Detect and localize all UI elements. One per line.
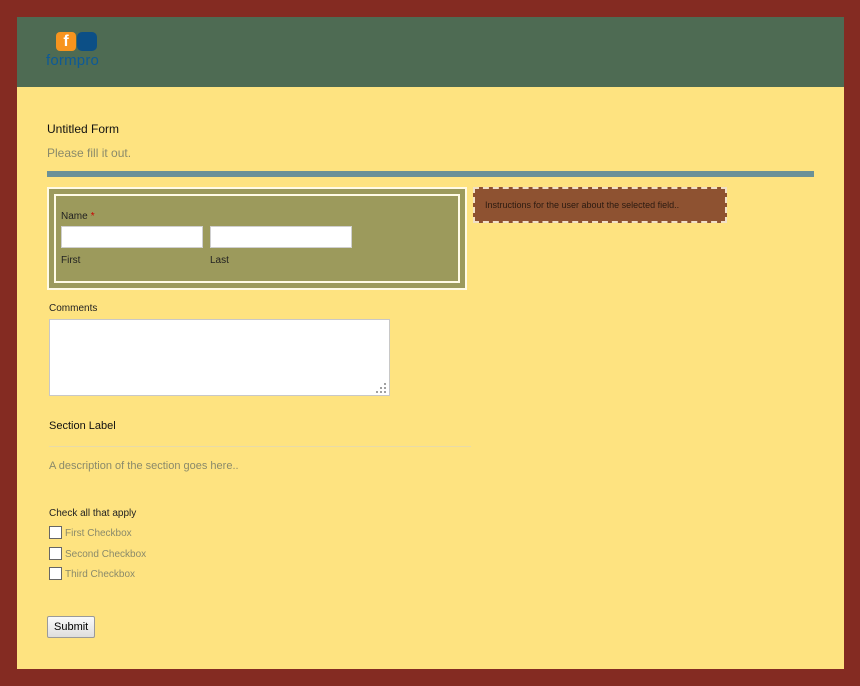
last-name-input[interactable] bbox=[210, 226, 352, 248]
first-name-sublabel: First bbox=[61, 255, 81, 266]
checkbox[interactable] bbox=[49, 547, 62, 560]
checkbox[interactable] bbox=[49, 526, 62, 539]
title-divider bbox=[47, 171, 814, 177]
required-asterisk: * bbox=[90, 211, 95, 222]
comments-label: Comments bbox=[49, 303, 98, 314]
formpro-logo[interactable]: f formpro bbox=[46, 32, 116, 72]
form-title: Untitled Form bbox=[47, 122, 120, 136]
logo-wordmark: formpro bbox=[46, 52, 100, 69]
name-label-text: Name bbox=[61, 211, 88, 222]
first-name-input[interactable] bbox=[61, 226, 203, 248]
comments-textarea[interactable] bbox=[49, 319, 390, 396]
header-bar: f formpro bbox=[17, 17, 844, 87]
resize-grip-icon[interactable] bbox=[375, 382, 387, 394]
checkbox-label[interactable]: Second Checkbox bbox=[65, 549, 146, 560]
section-divider bbox=[49, 446, 471, 447]
field-instructions-tooltip: Instructions for the user about the sele… bbox=[473, 187, 727, 223]
last-name-sublabel: Last bbox=[210, 255, 229, 266]
submit-button[interactable]: Submit bbox=[47, 616, 96, 638]
form-description: Please fill it out. bbox=[47, 146, 132, 160]
checkbox[interactable] bbox=[49, 567, 62, 580]
name-field-block[interactable]: Name * First Last bbox=[47, 187, 467, 290]
form-page: f formpro Untitled Form Please fill it o… bbox=[17, 17, 844, 669]
name-field-label: Name * bbox=[61, 211, 95, 222]
section-description: A description of the section goes here.. bbox=[49, 460, 239, 472]
checkbox-label[interactable]: First Checkbox bbox=[65, 528, 132, 539]
logo-blue-mark bbox=[77, 32, 97, 51]
checkbox-label[interactable]: Third Checkbox bbox=[65, 569, 135, 580]
logo-orange-mark: f bbox=[56, 32, 76, 51]
checkbox-group-title: Check all that apply bbox=[49, 508, 137, 519]
section-label: Section Label bbox=[49, 420, 116, 432]
